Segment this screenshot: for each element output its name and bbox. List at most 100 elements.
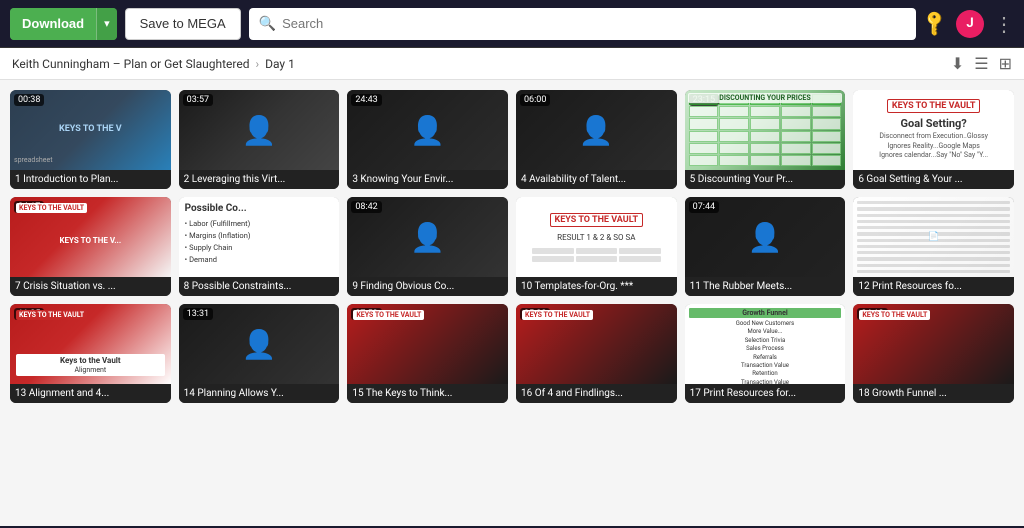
goal-title: Goal Setting? — [901, 117, 967, 130]
constraint-2: Margins (Inflation) — [185, 230, 334, 242]
thumb-image: 📄 — [853, 197, 1014, 277]
thumb-label: 9 Finding Obvious Co... — [347, 277, 508, 296]
thumb-label: 15 The Keys to Think... — [347, 384, 508, 403]
breadcrumb: Keith Cunningham – Plan or Get Slaughter… — [0, 48, 1024, 80]
kttv-logo: KEYS TO THE VAULT — [16, 203, 87, 213]
video-thumb-18[interactable]: 24:10KEYS TO THE VAULT18 Growth Funnel .… — [853, 304, 1014, 403]
thumb-image: 07:50KEYS TO THE VAULT — [347, 304, 508, 384]
duration-badge: 06:00 — [520, 94, 550, 106]
video-thumb-3[interactable]: 24:43👤3 Knowing Your Envir... — [347, 90, 508, 189]
constraint-1: Labor (Fulfillment) — [185, 218, 334, 230]
vault-logo: KEYS TO THE VAULT — [887, 99, 981, 113]
duration-badge: 13:31 — [183, 308, 213, 320]
toolbar: Download ▾ Save to MEGA 🔍 🔑 J ⋮ — [0, 0, 1024, 48]
funnel-box: Growth Funnel Good New Customers More Va… — [685, 304, 846, 384]
thumb-text: Keys to the VaultAlignment — [16, 354, 165, 376]
download-action-icon[interactable]: ⬇ — [951, 54, 964, 73]
duration-badge: 03:57 — [183, 94, 213, 106]
avatar[interactable]: J — [956, 10, 984, 38]
constraint-3: Supply Chain — [185, 242, 334, 254]
thumb-label: 4 Availability of Talent... — [516, 170, 677, 189]
templates-box: KEYS TO THE VAULT RESULT 1 & 2 & SO SA — [516, 197, 677, 277]
breadcrumb-actions: ⬇ ☰ ⊞ — [951, 54, 1012, 73]
breadcrumb-sep1: › — [255, 57, 259, 71]
print-icon: 📄 — [928, 232, 939, 242]
grid-view-icon[interactable]: ⊞ — [999, 54, 1012, 73]
search-input[interactable] — [282, 16, 906, 31]
breadcrumb-part2: Day 1 — [265, 57, 295, 71]
kttv-small: KEYS TO THE VAULT — [550, 213, 644, 227]
thumb-label: 3 Knowing Your Envir... — [347, 170, 508, 189]
video-thumb-15[interactable]: 07:50KEYS TO THE VAULT15 The Keys to Thi… — [347, 304, 508, 403]
thumb-image: 06:00👤 — [516, 90, 677, 170]
thumb-image: 00:38KEYS TO THE Vspreadsheet — [10, 90, 171, 170]
constraints-title: Possible Co... — [185, 203, 334, 214]
video-thumb-16[interactable]: 35:22KEYS TO THE VAULT16 Of 4 and Findli… — [516, 304, 677, 403]
download-dropdown-button[interactable]: ▾ — [96, 8, 117, 40]
thumb-image: 07:44👤 — [685, 197, 846, 277]
thumb-label: 1 Introduction to Plan... — [10, 170, 171, 189]
thumb-image: 08:42👤 — [347, 197, 508, 277]
video-thumb-4[interactable]: 06:00👤4 Availability of Talent... — [516, 90, 677, 189]
thumb-image: 13:31👤 — [179, 304, 340, 384]
thumb-label: 6 Goal Setting & Your ... — [853, 170, 1014, 189]
video-thumb-7[interactable]: 04:17KEYS TO THE VAULTKEYS TO THE V...7 … — [10, 197, 171, 296]
thumb-label: 12 Print Resources fo... — [853, 277, 1014, 296]
thumb-label: 10 Templates-for-Org. *** — [516, 277, 677, 296]
goal-subtitle: Disconnect from Execution..GlossyIgnores… — [879, 132, 988, 161]
video-grid: 00:38KEYS TO THE Vspreadsheet1 Introduct… — [10, 90, 1014, 403]
toolbar-right: 🔑 J ⋮ — [924, 10, 1014, 38]
video-thumb-2[interactable]: 03:57👤2 Leveraging this Virt... — [179, 90, 340, 189]
thumb-label: 2 Leveraging this Virt... — [179, 170, 340, 189]
kttv-logo-dark: KEYS TO THE VAULT — [16, 310, 87, 320]
thumb-image: 03:57👤 — [179, 90, 340, 170]
funnel-items: Good New Customers More Value... Selecti… — [689, 320, 842, 384]
thumb-label: 13 Alignment and 4... — [10, 384, 171, 403]
video-thumb-10[interactable]: KEYS TO THE VAULT RESULT 1 & 2 & SO SA 1… — [516, 197, 677, 296]
breadcrumb-part1[interactable]: Keith Cunningham – Plan or Get Slaughter… — [12, 57, 249, 71]
thumb-image: KEYS TO THE VAULT RESULT 1 & 2 & SO SA — [516, 197, 677, 277]
video-thumb-14[interactable]: 13:31👤14 Planning Allows Y... — [179, 304, 340, 403]
thumb-text: KEYS TO THE V — [18, 124, 163, 136]
thumb-image: 11:35KEYS TO THE VAULTKeys to the VaultA… — [10, 304, 171, 384]
duration-badge: 00:38 — [14, 94, 44, 106]
list-view-icon[interactable]: ☰ — [974, 54, 988, 73]
constraint-4: Demand — [185, 254, 334, 266]
thumb-label: 16 Of 4 and Findlings... — [516, 384, 677, 403]
grid-container: 00:38KEYS TO THE Vspreadsheet1 Introduct… — [0, 80, 1024, 526]
duration-badge: 07:44 — [689, 201, 719, 213]
download-button[interactable]: Download — [10, 8, 96, 40]
video-thumb-9[interactable]: 08:42👤9 Finding Obvious Co... — [347, 197, 508, 296]
video-thumb-17[interactable]: Growth Funnel Good New Customers More Va… — [685, 304, 846, 403]
kttv-logo: KEYS TO THE VAULT — [859, 310, 930, 320]
more-options-icon[interactable]: ⋮ — [994, 12, 1014, 36]
download-button-group[interactable]: Download ▾ — [10, 8, 117, 40]
thumb-label: 17 Print Resources for... — [685, 384, 846, 403]
video-thumb-8[interactable]: 16:10 Possible Co... Labor (Fulfillment)… — [179, 197, 340, 296]
kttv-logo: KEYS TO THE VAULT — [522, 310, 593, 320]
templates-grid — [532, 248, 661, 262]
thumb-image: Growth Funnel Good New Customers More Va… — [685, 304, 846, 384]
thumb-label: 14 Planning Allows Y... — [179, 384, 340, 403]
thumb-label: 11 The Rubber Meets... — [685, 277, 846, 296]
thumb-label: 7 Crisis Situation vs. ... — [10, 277, 171, 296]
duration-badge: 08:42 — [351, 201, 381, 213]
video-thumb-12[interactable]: 📄 12 Print Resources fo... — [853, 197, 1014, 296]
funnel-title: Growth Funnel — [689, 308, 842, 318]
thumb-image: 16:10 Possible Co... Labor (Fulfillment)… — [179, 197, 340, 277]
thumb-image: 35:22KEYS TO THE VAULT — [516, 304, 677, 384]
spreadsheet — [689, 94, 842, 166]
video-thumb-11[interactable]: 07:44👤11 The Rubber Meets... — [685, 197, 846, 296]
goal-setting: KEYS TO THE VAULT Goal Setting? Disconne… — [853, 90, 1014, 170]
search-box: 🔍 — [249, 8, 916, 40]
thumb-image: 24:43👤 — [347, 90, 508, 170]
video-thumb-13[interactable]: 11:35KEYS TO THE VAULTKeys to the VaultA… — [10, 304, 171, 403]
duration-badge: 24:43 — [351, 94, 381, 106]
thumb-image: 23:15DISCOUNTING YOUR PRICES — [685, 90, 846, 170]
video-thumb-5[interactable]: 23:15DISCOUNTING YOUR PRICES5 Discountin… — [685, 90, 846, 189]
video-thumb-1[interactable]: 00:38KEYS TO THE Vspreadsheet1 Introduct… — [10, 90, 171, 189]
save-to-mega-button[interactable]: Save to MEGA — [125, 8, 241, 40]
search-icon: 🔍 — [259, 16, 276, 32]
thumb-label: 18 Growth Funnel ... — [853, 384, 1014, 403]
video-thumb-6[interactable]: 23:15 KEYS TO THE VAULT Goal Setting? Di… — [853, 90, 1014, 189]
